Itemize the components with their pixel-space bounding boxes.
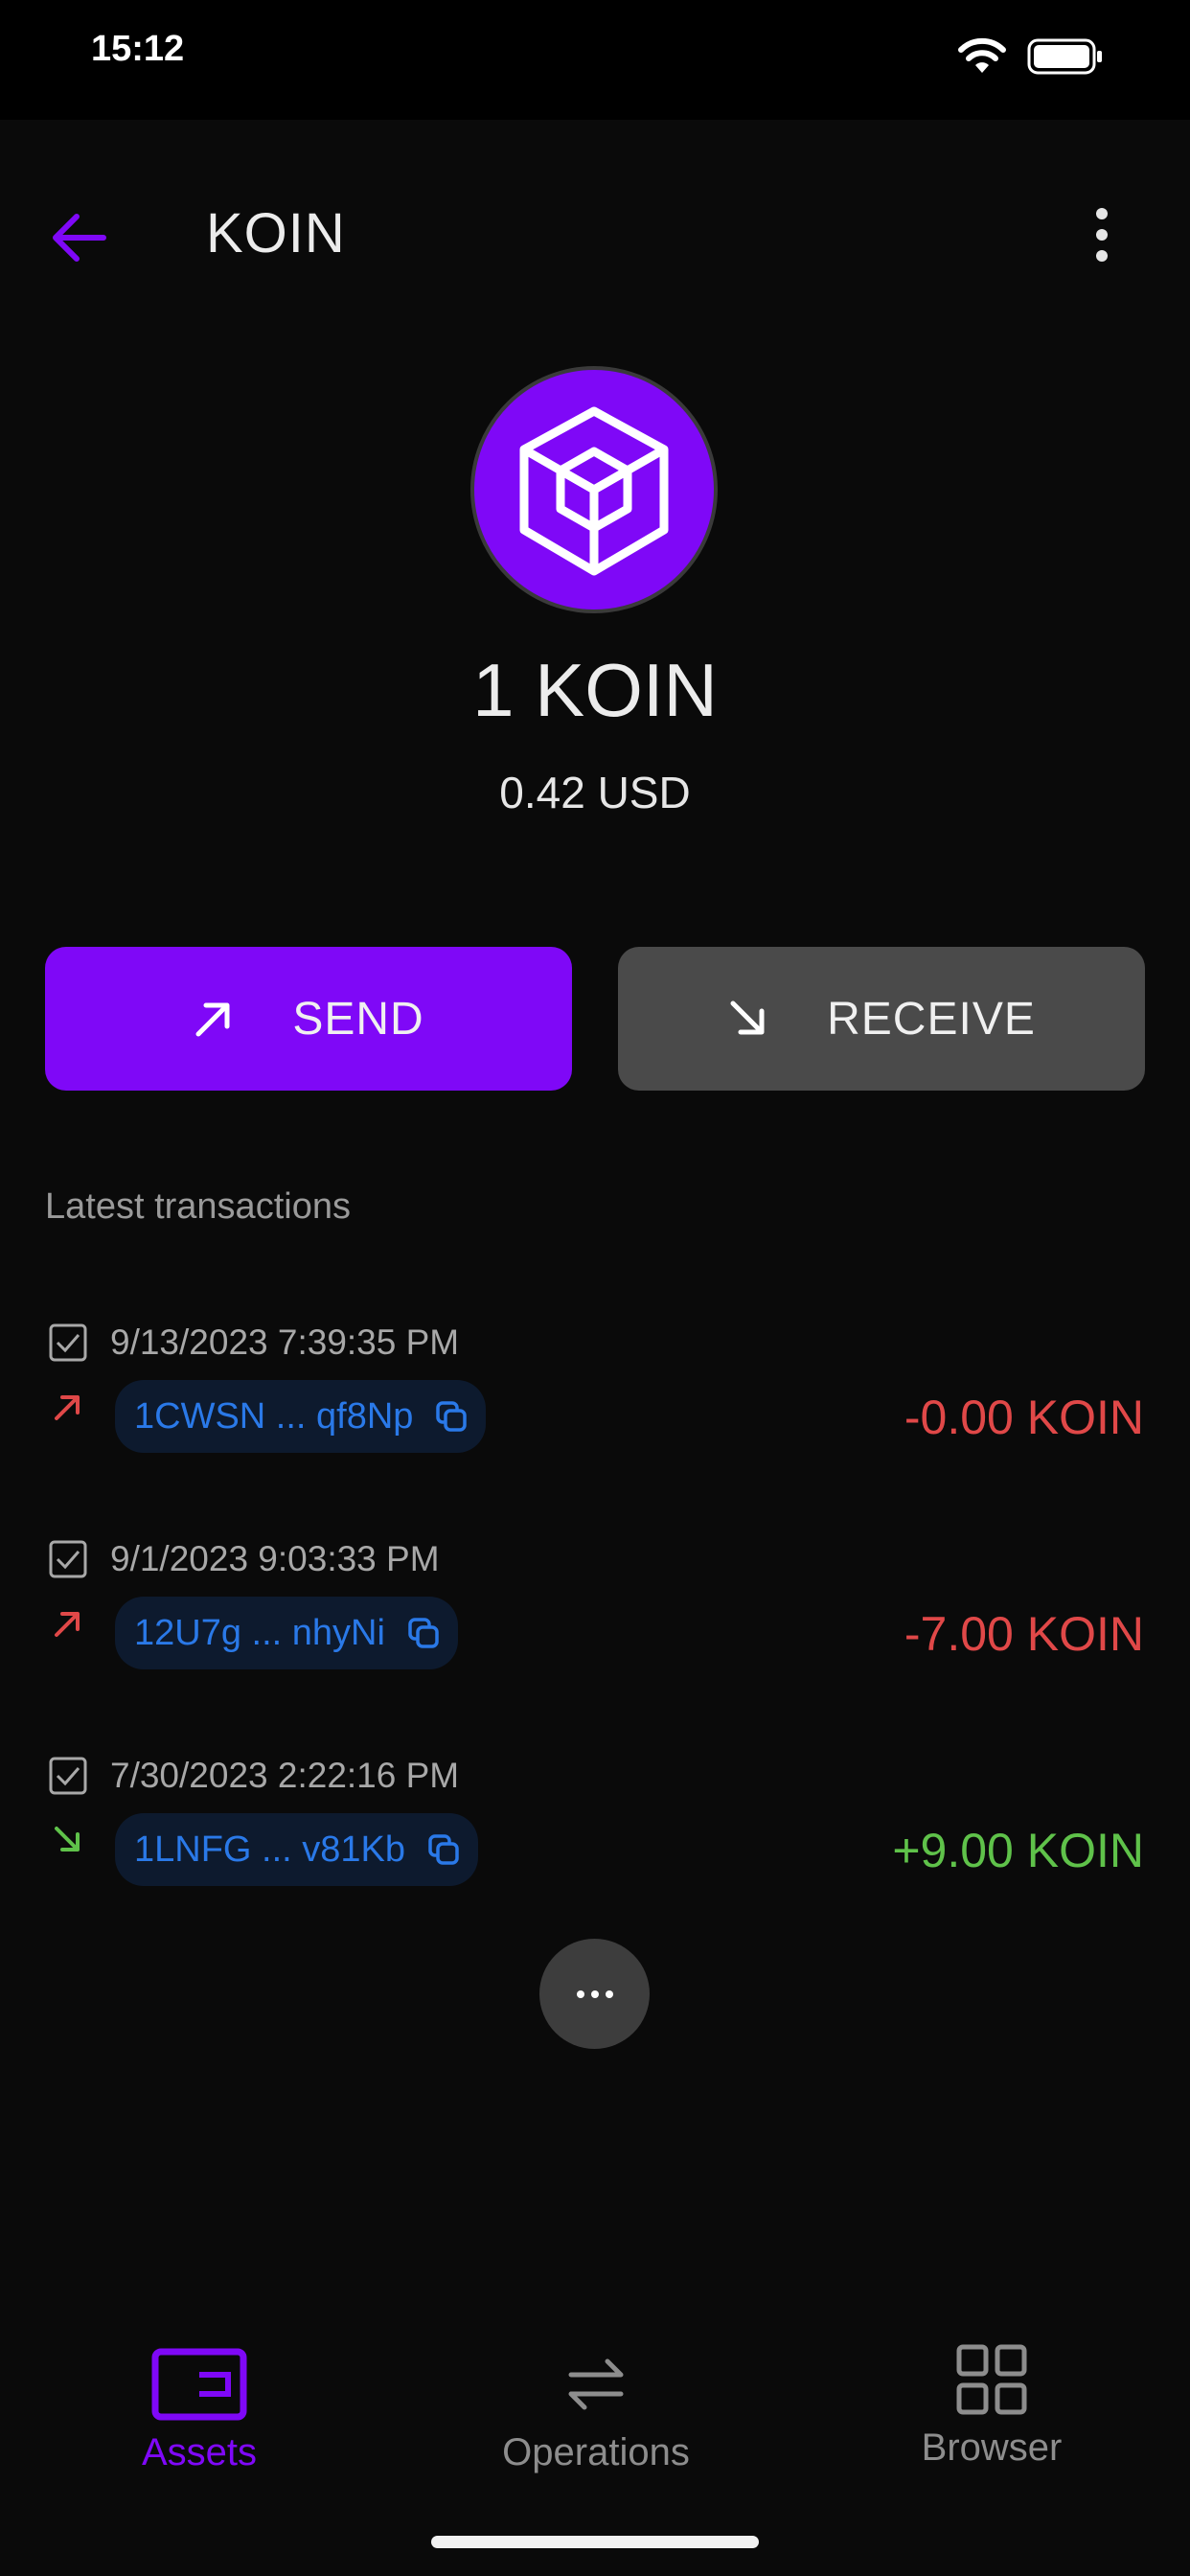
outgoing-arrow-icon xyxy=(53,1608,83,1644)
more-menu-icon[interactable] xyxy=(1092,206,1111,268)
transaction-row[interactable]: 9/13/2023 7:39:35 PM 1CWSN ... qf8Np -0.… xyxy=(0,1322,1190,1495)
tab-browser[interactable]: Browser xyxy=(848,2343,1135,2470)
home-indicator xyxy=(431,2536,759,2548)
tab-bar: Assets Operations Browser xyxy=(0,2319,1190,2511)
address-chip[interactable]: 12U7g ... nhyNi xyxy=(115,1597,458,1669)
swap-arrows-icon xyxy=(568,2358,624,2410)
checkbox-icon xyxy=(48,1322,88,1368)
section-title: Latest transactions xyxy=(45,1186,351,1227)
incoming-arrow-icon xyxy=(53,1825,83,1860)
wifi-icon xyxy=(956,36,1008,81)
grid-icon xyxy=(956,2344,1027,2415)
cube-icon xyxy=(519,406,669,576)
app-header: KOIN xyxy=(0,172,1190,288)
battery-icon xyxy=(1027,38,1104,81)
send-button[interactable]: SEND xyxy=(45,947,572,1091)
tab-label: Browser xyxy=(921,2426,1063,2469)
checkbox-icon xyxy=(48,1539,88,1584)
checkbox-icon xyxy=(48,1756,88,1801)
copy-icon[interactable] xyxy=(406,1616,441,1650)
address-chip[interactable]: 1LNFG ... v81Kb xyxy=(115,1813,479,1886)
tab-assets[interactable]: Assets xyxy=(56,2348,343,2474)
status-bar: 15:12 xyxy=(0,0,1190,120)
transaction-date: 7/30/2023 2:22:16 PM xyxy=(110,1756,460,1795)
copy-icon[interactable] xyxy=(434,1399,469,1434)
transaction-amount: -7.00 KOIN xyxy=(904,1607,1144,1661)
transaction-amount: +9.00 KOIN xyxy=(892,1824,1144,1877)
tab-operations[interactable]: Operations xyxy=(452,2348,740,2474)
fiat-value: 0.42 USD xyxy=(499,768,691,817)
copy-icon[interactable] xyxy=(426,1832,461,1867)
transaction-date: 9/13/2023 7:39:35 PM xyxy=(110,1322,460,1362)
status-time: 15:12 xyxy=(91,29,185,69)
transaction-amount: -0.00 KOIN xyxy=(904,1391,1144,1444)
receive-button[interactable]: RECEIVE xyxy=(618,947,1145,1091)
page-title: KOIN xyxy=(206,202,346,264)
address-chip[interactable]: 1CWSN ... qf8Np xyxy=(115,1380,487,1453)
transaction-row[interactable]: 9/1/2023 9:03:33 PM 12U7g ... nhyNi -7.0… xyxy=(0,1539,1190,1712)
address-text: 1LNFG ... v81Kb xyxy=(134,1828,406,1870)
token-balance: 1 KOIN xyxy=(472,648,718,732)
transaction-row[interactable]: 7/30/2023 2:22:16 PM 1LNFG ... v81Kb +9.… xyxy=(0,1756,1190,1928)
tab-label: Assets xyxy=(141,2431,258,2473)
send-label: SEND xyxy=(292,993,424,1045)
tab-label: Operations xyxy=(502,2431,690,2473)
arrow-up-right-icon xyxy=(195,1002,230,1037)
wallet-icon xyxy=(151,2348,247,2421)
transaction-date: 9/1/2023 9:03:33 PM xyxy=(110,1539,440,1578)
address-text: 12U7g ... nhyNi xyxy=(134,1612,385,1653)
arrow-down-right-icon xyxy=(730,1000,765,1035)
ellipsis-icon xyxy=(576,1990,613,1998)
load-more-button[interactable] xyxy=(539,1939,650,2049)
address-text: 1CWSN ... qf8Np xyxy=(134,1395,414,1437)
token-logo xyxy=(470,366,718,613)
receive-label: RECEIVE xyxy=(827,993,1036,1045)
outgoing-arrow-icon xyxy=(53,1392,83,1427)
back-arrow-icon[interactable] xyxy=(48,211,109,269)
